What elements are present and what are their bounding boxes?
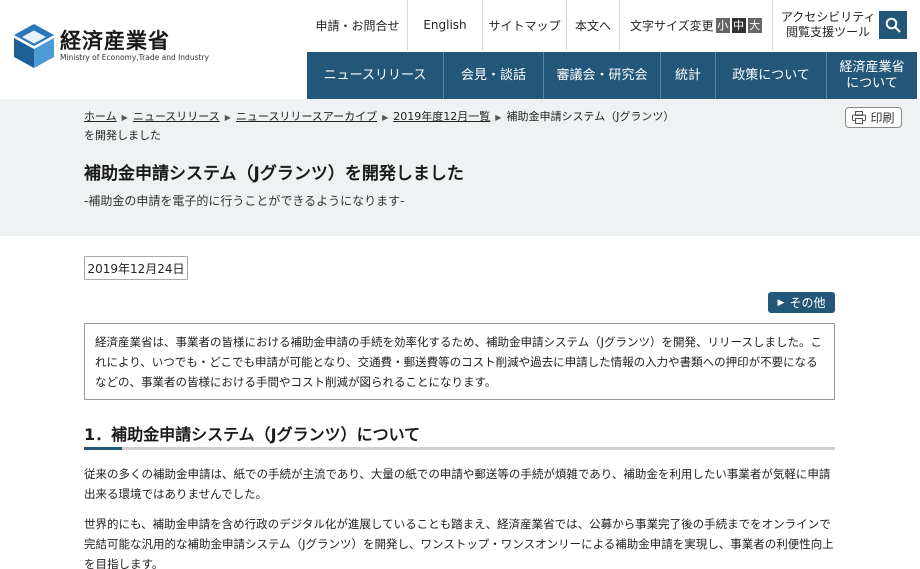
skip-to-content-link[interactable]: 本文へ [566, 0, 619, 50]
section-paragraph-1: 従来の多くの補助金申請は、紙での手続が主流であり、大量の紙での申請や郵送等の手続… [84, 467, 831, 501]
utility-nav: 申請・お問合せ English サイトマップ 本文へ 文字サイズ変更 小 中 大… [308, 0, 884, 50]
printer-icon [852, 111, 867, 124]
breadcrumb-home[interactable]: ホーム [84, 110, 117, 123]
breadcrumb-arrow-icon: ▶ [382, 113, 389, 122]
section-paragraph-2: 世界的にも、補助金申請を含め行政のデジタル化が進展していることも踏まえ、経済産業… [84, 517, 834, 569]
nav-about-line1: 経済産業省 [839, 59, 905, 75]
breadcrumb-arrow-icon: ▶ [495, 113, 502, 122]
other-label: その他 [789, 296, 826, 310]
release-date: 2019年12月24日 [84, 256, 188, 280]
search-icon [885, 17, 901, 33]
print-label: 印刷 [870, 111, 895, 125]
page-title: 補助金申請システム（Jグランツ）を開発しました [84, 164, 464, 184]
other-button[interactable]: ▶ その他 [768, 292, 835, 313]
nav-council[interactable]: 審議会・研究会 [543, 52, 660, 99]
apply-contact-link[interactable]: 申請・お問合せ [308, 0, 407, 50]
nav-policy[interactable]: 政策について [715, 52, 826, 99]
font-size-small-button[interactable]: 小 [715, 17, 730, 33]
english-link[interactable]: English [407, 0, 482, 50]
font-size-label: 文字サイズ変更 [630, 18, 714, 33]
breadcrumb-dec-list[interactable]: 2019年度12月一覧 [393, 110, 490, 123]
site-header: 経済産業省 Ministry of Economy,Trade and Indu… [0, 0, 920, 99]
print-button[interactable]: 印刷 [845, 107, 902, 128]
nav-news-release[interactable]: ニュースリリース [307, 52, 443, 99]
section-heading: 1．補助金申請システム（Jグランツ）について [84, 425, 421, 444]
nav-press-conference[interactable]: 会見・談話 [443, 52, 543, 99]
font-size-switcher: 文字サイズ変更 小 中 大 [619, 0, 772, 50]
global-nav: ニュースリリース 会見・談話 審議会・研究会 統計 政策について 経済産業省 に… [307, 52, 917, 99]
triangle-right-icon: ▶ [777, 297, 785, 308]
accessibility-line1: アクセシビリティ [780, 10, 876, 24]
logo-japanese: 経済産業省 [60, 29, 170, 53]
breadcrumb-news-release[interactable]: ニュースリリース [133, 110, 220, 123]
breadcrumb: ホーム ▶ ニュースリリース ▶ ニュースリリースアーカイブ ▶ 2019年度12月一覧 ▶ 補… [84, 108, 684, 145]
accessibility-tool-link[interactable]: アクセシビリティ 閲覧支援ツール [771, 0, 884, 50]
site-logo[interactable]: 経済産業省 Ministry of Economy,Trade and Indu… [14, 24, 209, 68]
summary-box: 経済産業省は、事業者の皆様における補助金申請の手続を効率化するため、補助金申請シ… [84, 323, 835, 400]
font-size-large-button[interactable]: 大 [747, 17, 762, 33]
breadcrumb-arrow-icon: ▶ [121, 113, 128, 122]
breadcrumb-archive[interactable]: ニュースリリースアーカイブ [236, 110, 377, 123]
meti-logo-icon [14, 24, 54, 68]
sitemap-link[interactable]: サイトマップ [482, 0, 566, 50]
logo-english: Ministry of Economy,Trade and Industry [60, 53, 209, 62]
font-size-medium-button[interactable]: 中 [731, 17, 746, 33]
search-button[interactable] [879, 11, 907, 39]
breadcrumb-arrow-icon: ▶ [224, 113, 231, 122]
nav-about-line2: について [846, 75, 898, 91]
nav-about-meti[interactable]: 経済産業省 について [826, 52, 917, 99]
nav-statistics[interactable]: 統計 [660, 52, 715, 99]
accessibility-line2: 閲覧支援ツール [786, 25, 871, 39]
page-subtitle: -補助金の申請を電子的に行うことができるようになります- [84, 194, 405, 208]
section-heading-underline [84, 447, 835, 450]
